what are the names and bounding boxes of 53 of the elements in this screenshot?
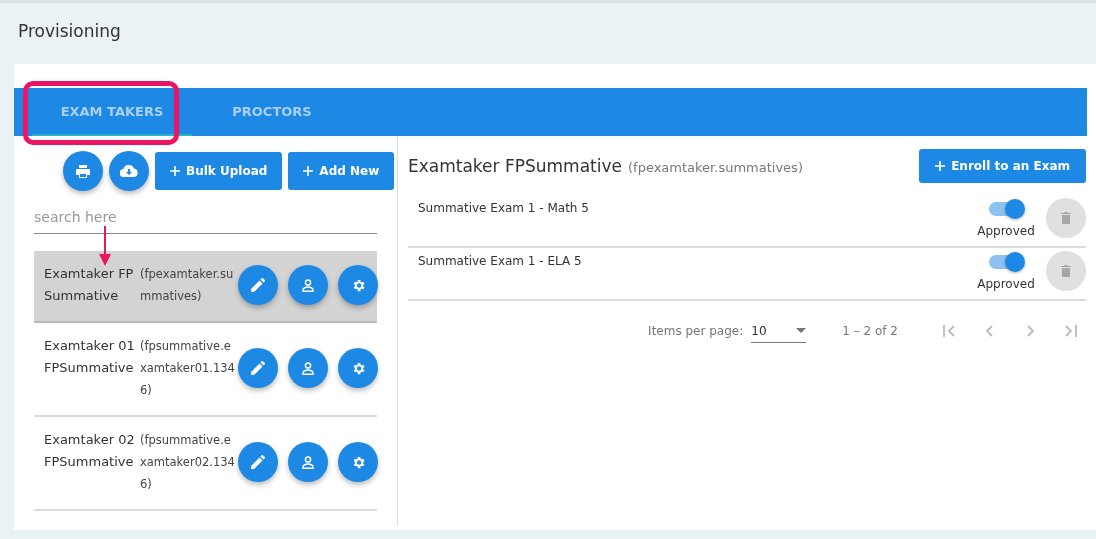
trash-icon [1061,265,1071,277]
approval-toggle[interactable] [989,202,1023,216]
exam-taker-name: Examtaker 01 FPSummative [44,337,136,377]
person-icon [302,455,314,469]
print-button[interactable] [63,151,103,191]
settings-button[interactable] [338,265,378,305]
trash-icon [1061,212,1071,224]
edit-button[interactable] [238,348,278,388]
add-new-button[interactable]: Add New [288,152,395,190]
pencil-icon [251,361,265,375]
edit-button[interactable] [238,265,278,305]
exam-taker-row[interactable]: Examtaker FPSummative (fpexamtaker.summatives) [34,251,377,323]
approval-status: Approved [977,224,1035,238]
enroll-button[interactable]: Enroll to an Exam [919,149,1086,183]
exam-taker-name: Examtaker 02 FPSummative [44,431,136,471]
pencil-icon [251,455,265,469]
exam-taker-username: (fpsummative.examtaker02.1346) [140,432,236,493]
page-size-select[interactable]: 10 [751,319,807,343]
printer-icon [76,164,90,178]
user-button[interactable] [288,442,328,482]
plus-icon [170,166,180,176]
exam-taker-username: (fpsummative.examtaker01.1346) [140,338,236,399]
edit-button[interactable] [238,442,278,482]
pencil-icon [251,278,265,292]
search-field[interactable]: search here [34,201,377,234]
plus-icon [303,166,314,176]
approval-status: Approved [977,277,1035,291]
user-button[interactable] [288,348,328,388]
settings-button[interactable] [338,348,378,388]
exam-taker-row[interactable]: Examtaker 01 FPSummative (fpsummative.examtaker01.1346) [34,323,377,417]
items-per-page-label: Items per page: [648,324,744,338]
page-title: Provisioning [18,21,121,41]
plus-icon [935,161,946,171]
user-button[interactable] [288,265,328,305]
page-range: 1 – 2 of 2 [842,324,898,338]
settings-button[interactable] [338,442,378,482]
exam-taker-username: (fpexamtaker.summatives) [628,160,803,175]
person-icon [302,278,314,292]
exam-taker-row[interactable]: Examtaker 02 FPSummative (fpsummative.examtaker02.1346) [34,417,377,511]
tab[interactable]: PROCTORS [192,88,352,136]
annotation-arrow [99,226,111,266]
exam-taker-username: (fpexamtaker.summatives) [140,266,235,305]
exam-taker-title: Examtaker FPSummative [408,156,622,176]
download-button[interactable] [109,151,149,191]
exam-title: Summative Exam 1 - Math 5 [418,201,590,215]
exam-taker-name: Examtaker FPSummative [44,265,135,305]
person-icon [302,361,314,375]
cloud-download-icon [120,165,138,177]
exam-title: Summative Exam 1 - ELA 5 [418,254,583,268]
bulk-upload-button[interactable]: Bulk Upload [155,152,283,190]
approval-toggle[interactable] [989,255,1023,269]
tab[interactable]: EXAM TAKERS [32,88,192,136]
dropdown-caret-icon [796,328,807,333]
